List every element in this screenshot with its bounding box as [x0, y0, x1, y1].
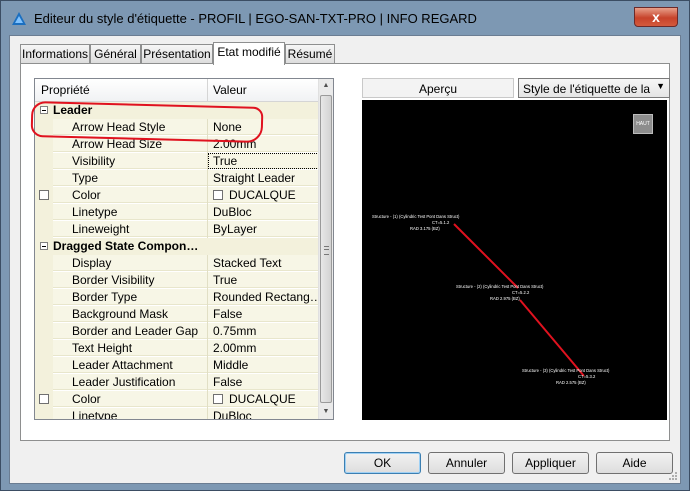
property-value[interactable]: Rounded Rectang…	[208, 289, 321, 305]
property-row-border-leader-gap[interactable]: Border and Leader Gap 0.75mm	[35, 323, 321, 340]
category-label: Dragged State Compon…	[53, 239, 199, 253]
property-name: Text Height	[53, 340, 207, 356]
grid-header: Propriété Valeur	[35, 79, 321, 102]
close-icon: x	[652, 9, 660, 25]
property-row-leader-justification[interactable]: Leader Justification False	[35, 374, 321, 391]
red-annotation-circle	[30, 100, 264, 144]
column-header-property[interactable]: Propriété	[41, 83, 90, 97]
leader-line	[519, 299, 585, 377]
property-row-display[interactable]: Display Stacked Text	[35, 255, 321, 272]
property-name: Type	[53, 170, 207, 186]
property-row-text-height[interactable]: Text Height 2.00mm	[35, 340, 321, 357]
property-value[interactable]: Stacked Text	[208, 255, 321, 271]
property-row-border-type[interactable]: Border Type Rounded Rectang…	[35, 289, 321, 306]
property-value[interactable]: 2.00mm	[208, 340, 321, 356]
property-value[interactable]: DuBloc	[208, 204, 321, 220]
property-name: Background Mask	[53, 306, 207, 322]
property-name: Linetype	[53, 204, 207, 220]
structure-label-line: CT=5.1.2	[432, 220, 450, 225]
dropdown-selected-value: Style de l'étiquette de la vue	[523, 82, 651, 96]
tab-etat-modifie[interactable]: Etat modifié	[213, 42, 285, 65]
property-name: Linetype	[53, 408, 207, 419]
property-value[interactable]: Middle	[208, 357, 321, 373]
override-checkbox[interactable]	[39, 190, 49, 200]
color-value-text: DUCALQUE	[229, 188, 296, 202]
collapse-icon[interactable]	[40, 242, 48, 250]
scroll-up-icon[interactable]: ▲	[319, 79, 333, 93]
preview-label: Aperçu	[362, 78, 514, 98]
property-value[interactable]: False	[208, 306, 321, 322]
help-button[interactable]: Aide	[596, 452, 673, 474]
chevron-down-icon: ▼	[656, 81, 665, 91]
structure-label-line: CT=5.2.2	[512, 290, 530, 295]
property-row-visibility[interactable]: Visibility True	[35, 153, 321, 170]
tab-informations[interactable]: Informations	[20, 44, 90, 64]
column-header-value[interactable]: Valeur	[213, 83, 247, 97]
ok-button[interactable]: OK	[344, 452, 421, 474]
property-row-linetype-dragged[interactable]: Linetype DuBloc	[35, 408, 321, 419]
tab-presentation[interactable]: Présentation	[141, 44, 213, 64]
scroll-down-icon[interactable]: ▼	[319, 405, 333, 419]
property-row-leader-attachment[interactable]: Leader Attachment Middle	[35, 357, 321, 374]
structure-label-line: RAD 2.975 (BZ)	[490, 296, 520, 301]
structure-label-line: Structure - (1) (Cylindric Test Pont Dan…	[372, 214, 460, 219]
property-value-color[interactable]: DUCALQUE	[208, 187, 321, 203]
preview-canvas: Structure - (1) (Cylindric Test Pont Dan…	[362, 100, 667, 420]
structure-label-line: CT=5.3.2	[578, 374, 596, 379]
property-name: Display	[53, 255, 207, 271]
category-dragged-state[interactable]: Dragged State Compon…	[35, 238, 321, 255]
property-rows: Leader Arrow Head Style None Arrow Head …	[35, 102, 321, 419]
property-value[interactable]: 0.75mm	[208, 323, 321, 339]
apply-button[interactable]: Appliquer	[512, 452, 589, 474]
preview-drawing: Structure - (1) (Cylindric Test Pont Dan…	[372, 214, 610, 385]
property-name: Visibility	[53, 153, 207, 169]
property-row-color[interactable]: Color DUCALQUE	[35, 187, 321, 204]
dialog-window: Editeur du style d'étiquette - PROFIL | …	[0, 0, 690, 491]
property-row-color-dragged[interactable]: Color DUCALQUE	[35, 391, 321, 408]
property-name: Leader Attachment	[53, 357, 207, 373]
grid-scrollbar[interactable]: ▲ ▼	[318, 79, 333, 419]
property-name: Border Type	[53, 289, 207, 305]
tab-general[interactable]: Général	[90, 44, 141, 64]
property-value[interactable]: DuBloc	[208, 408, 321, 419]
view-cube-top-button[interactable]: HAUT	[633, 114, 653, 134]
override-checkbox[interactable]	[39, 394, 49, 404]
structure-label-line: RAD 3.175 (BZ)	[410, 226, 440, 231]
color-value-text: DUCALQUE	[229, 392, 296, 406]
property-name: Border Visibility	[53, 272, 207, 288]
tab-resume[interactable]: Résumé	[285, 44, 335, 64]
property-name: Leader Justification	[53, 374, 207, 390]
autocad-app-icon	[12, 12, 26, 25]
property-row-linetype[interactable]: Linetype DuBloc	[35, 204, 321, 221]
grip-icon	[324, 246, 329, 255]
property-name: Lineweight	[53, 221, 207, 237]
column-divider[interactable]	[207, 79, 208, 101]
property-value[interactable]: Straight Leader	[208, 170, 321, 186]
color-swatch-icon	[213, 190, 223, 200]
property-value[interactable]: True	[208, 153, 321, 169]
leader-line	[453, 223, 519, 289]
resize-grip-icon[interactable]	[668, 471, 678, 481]
color-swatch-icon	[213, 394, 223, 404]
property-value[interactable]: True	[208, 272, 321, 288]
cancel-button[interactable]: Annuler	[428, 452, 505, 474]
property-row-type[interactable]: Type Straight Leader	[35, 170, 321, 187]
property-value[interactable]: ByLayer	[208, 221, 321, 237]
close-button[interactable]: x	[634, 7, 678, 27]
property-value-color[interactable]: DUCALQUE	[208, 391, 321, 407]
label-style-dropdown[interactable]: Style de l'étiquette de la vue ▼	[518, 78, 670, 98]
property-value[interactable]: False	[208, 374, 321, 390]
scroll-thumb[interactable]	[320, 95, 332, 403]
property-name: Border and Leader Gap	[53, 323, 207, 339]
structure-label-line: Structure - (2) (Cylindric Test Pont Dan…	[456, 284, 544, 289]
property-row-border-visibility[interactable]: Border Visibility True	[35, 272, 321, 289]
property-row-background-mask[interactable]: Background Mask False	[35, 306, 321, 323]
structure-label-line: RAD 2.575 (BZ)	[556, 380, 586, 385]
property-name: Color	[53, 187, 207, 203]
window-title: Editeur du style d'étiquette - PROFIL | …	[34, 11, 477, 26]
title-bar[interactable]: Editeur du style d'étiquette - PROFIL | …	[1, 1, 689, 35]
property-row-lineweight[interactable]: Lineweight ByLayer	[35, 221, 321, 238]
property-name: Color	[53, 391, 207, 407]
structure-label-line: Structure - (3) (Cylindric Test Pont Dan…	[522, 368, 610, 373]
